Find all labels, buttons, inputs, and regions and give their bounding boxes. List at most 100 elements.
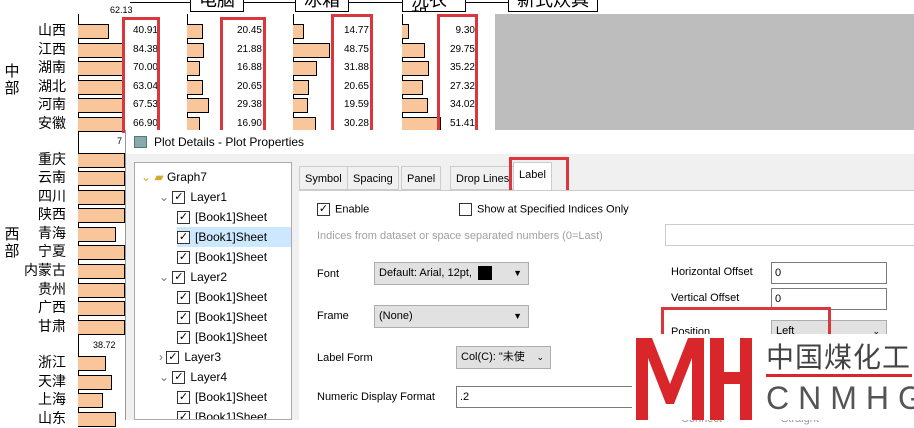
bar bbox=[78, 375, 112, 390]
numeric-format-label: Numeric Display Format bbox=[317, 391, 435, 403]
province-label: 贵州 bbox=[38, 282, 66, 298]
indices-input[interactable] bbox=[665, 224, 914, 246]
tree-plot[interactable]: ✓ [Book1]Sheet bbox=[177, 327, 267, 347]
chevron-right-icon: › bbox=[159, 350, 167, 364]
checkbox[interactable]: ✓ bbox=[177, 311, 190, 325]
tree-label: [Book1]Sheet bbox=[195, 230, 268, 244]
h-offset-input[interactable]: 0 bbox=[771, 262, 887, 284]
bar bbox=[78, 227, 116, 242]
tree-layer[interactable]: ⌄ ✓ Layer4 bbox=[159, 367, 227, 387]
label-form-dropdown[interactable]: Col(C): "未使 ⌄ bbox=[456, 346, 551, 369]
checkbox[interactable]: ✓ bbox=[177, 411, 190, 419]
checkbox[interactable]: ✓ bbox=[177, 211, 190, 225]
tab-symbol[interactable]: Symbol bbox=[299, 166, 348, 190]
tab-spacing[interactable]: Spacing bbox=[347, 166, 399, 190]
tree-label: [Book1]Sheet bbox=[195, 210, 268, 224]
province-label: 重庆 bbox=[38, 152, 66, 168]
bar bbox=[78, 245, 125, 260]
province-label: 甘肃 bbox=[38, 319, 66, 335]
checkbox[interactable]: ✓ bbox=[177, 231, 190, 245]
province-label: 山东 bbox=[38, 411, 66, 427]
tree-plot[interactable]: ✓ [Book1]Sheet bbox=[177, 287, 267, 307]
indices-hint: Indices from dataset or space separated … bbox=[317, 230, 603, 242]
app-icon bbox=[134, 136, 147, 148]
enable-checkbox[interactable]: ✓ Enable bbox=[317, 203, 369, 216]
tree-label: Layer3 bbox=[184, 350, 222, 364]
enable-label: Enable bbox=[335, 203, 370, 216]
watermark-divider bbox=[766, 374, 912, 377]
province-label: 江西 bbox=[38, 42, 66, 58]
bar bbox=[78, 301, 125, 316]
province-label: 湖北 bbox=[38, 79, 66, 95]
tree-label: Layer2 bbox=[190, 270, 228, 284]
tree-plot[interactable]: ✓ [Book1]Sheet bbox=[177, 407, 268, 420]
tree-label: [Book1]Sheet bbox=[195, 250, 268, 264]
tree-plot[interactable]: ✓ [Book1]Sheet bbox=[177, 307, 267, 327]
bar bbox=[78, 393, 103, 408]
bar bbox=[187, 98, 210, 113]
tree-plot[interactable]: ✓ [Book1]Sheet bbox=[177, 387, 267, 407]
tree-plot[interactable]: ✓ [Book1]Sheet bbox=[177, 247, 267, 267]
header-computer: 电脑 bbox=[190, 0, 244, 12]
plot-tree[interactable]: ⌄ ▰ Graph7 ⌄ ✓ Layer1 ✓ [Book1]Sheet ✓ [Book1]… bbox=[134, 162, 292, 420]
bar bbox=[293, 80, 309, 95]
bar bbox=[293, 98, 308, 113]
tree-graph[interactable]: ⌄ ▰ Graph7 bbox=[141, 167, 207, 187]
dialog-title-bar: Plot Details - Plot Properties bbox=[126, 130, 914, 154]
province-label: 浙江 bbox=[38, 355, 66, 371]
checkbox[interactable]: ✓ bbox=[166, 351, 180, 365]
bar bbox=[402, 61, 429, 76]
bar bbox=[78, 98, 125, 113]
tree-plot[interactable]: ✓ [Book1]Sheet bbox=[177, 227, 291, 247]
show-indices-checkbox[interactable]: Show at Specified Indices Only bbox=[459, 203, 629, 216]
folder-icon: ⌄ ▰ bbox=[141, 170, 167, 184]
province-label: 内蒙古 bbox=[24, 263, 66, 279]
checkbox[interactable]: ✓ bbox=[177, 291, 190, 305]
bar bbox=[78, 356, 106, 371]
province-label: 上海 bbox=[38, 392, 66, 408]
header-washer: 洗衣机 bbox=[402, 0, 466, 12]
tree-layer[interactable]: ⌄ ✓ Layer2 bbox=[159, 267, 227, 287]
tree-label: [Book1]Sheet bbox=[195, 330, 268, 344]
tree-plot[interactable]: ✓ [Book1]Sheet bbox=[177, 207, 267, 227]
checkbox[interactable]: ✓ bbox=[177, 251, 190, 265]
header-fridge: 冰箱 bbox=[295, 0, 349, 12]
dropdown-arrow-icon: ▼ bbox=[513, 311, 522, 321]
highlight-box bbox=[122, 17, 160, 133]
bar bbox=[78, 264, 125, 279]
watermark-logo: 中国煤化工 CNMHG bbox=[632, 334, 914, 420]
province-label: 安徽 bbox=[38, 116, 66, 132]
bar bbox=[402, 98, 428, 113]
bar bbox=[78, 117, 125, 132]
bar bbox=[78, 153, 125, 168]
label-form-label: Label Form bbox=[317, 352, 373, 364]
checkbox[interactable]: ✓ bbox=[177, 391, 190, 405]
numeric-format-input[interactable]: .2 bbox=[456, 386, 656, 408]
bar bbox=[78, 61, 125, 76]
data-label: 38.72 bbox=[93, 340, 116, 350]
bar bbox=[187, 61, 200, 76]
checkbox[interactable]: ✓ bbox=[177, 331, 190, 345]
tab-drop-lines[interactable]: Drop Lines bbox=[450, 166, 516, 190]
watermark-cn: 中国煤化工 bbox=[766, 341, 912, 374]
tree-label: [Book1]Sheet bbox=[195, 310, 268, 324]
bar bbox=[402, 43, 425, 58]
frame-dropdown[interactable]: (None) ▼ bbox=[374, 305, 529, 328]
tree-label: [Book1]Sheet bbox=[195, 410, 268, 420]
province-label: 四川 bbox=[38, 189, 66, 205]
font-dropdown[interactable]: Default: Arial, 12pt, ▼ bbox=[374, 262, 529, 285]
checkbox[interactable]: ✓ bbox=[172, 271, 186, 285]
chevron-down-icon: ⌄ bbox=[159, 370, 173, 384]
checkbox[interactable]: ✓ bbox=[172, 191, 186, 205]
tree-layer[interactable]: › ✓ Layer3 bbox=[159, 347, 221, 367]
chevron-down-icon: ⌄ bbox=[159, 270, 173, 284]
province-label: 天津 bbox=[38, 374, 66, 390]
checkbox[interactable]: ✓ bbox=[172, 371, 186, 385]
bar bbox=[402, 80, 423, 95]
tree-layer[interactable]: ⌄ ✓ Layer1 bbox=[159, 187, 227, 207]
tab-panel[interactable]: Panel bbox=[401, 166, 442, 190]
font-color-swatch bbox=[477, 266, 492, 281]
font-label: Font bbox=[317, 268, 340, 280]
tree-label: Layer4 bbox=[190, 370, 228, 384]
bar bbox=[78, 283, 125, 298]
